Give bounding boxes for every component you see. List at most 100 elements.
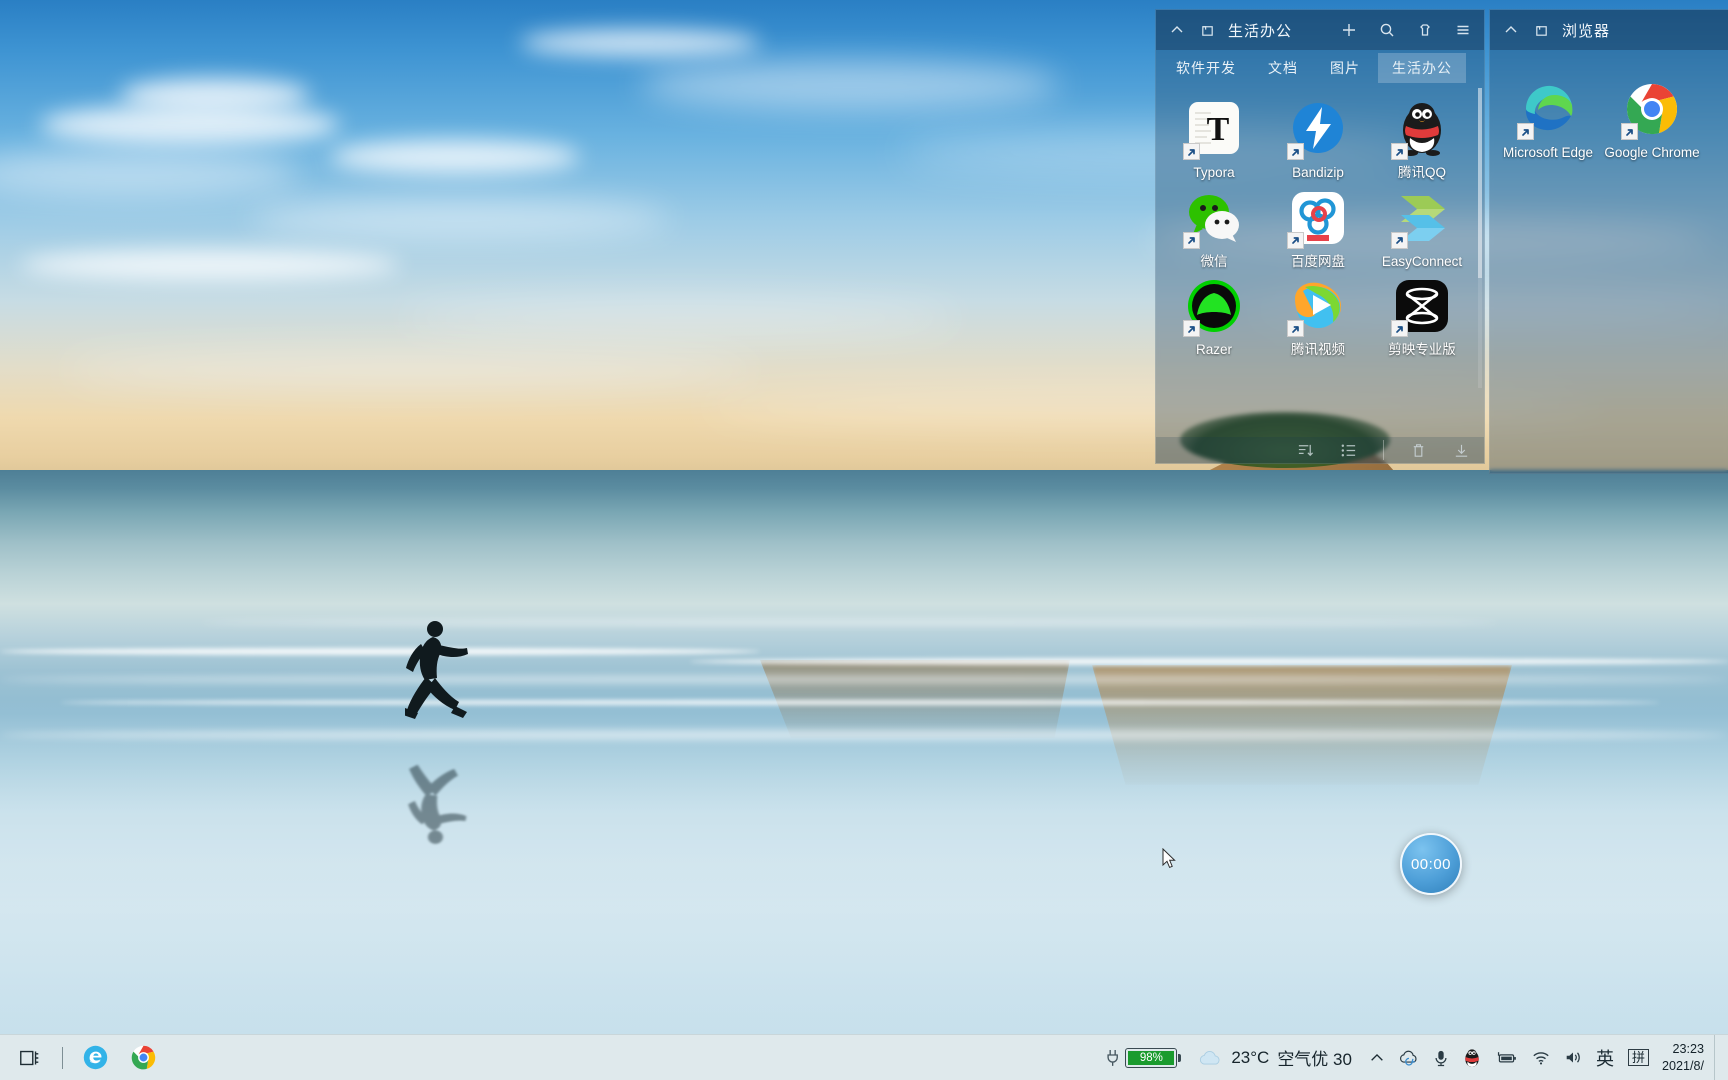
- desktop-fence-life-office[interactable]: 生活办公 软件开发 文档 图片 生活办公 T Typora Bandizip 腾…: [1155, 9, 1485, 464]
- timer-value: 00:00: [1410, 855, 1452, 873]
- show-hidden-icons-chevron[interactable]: [1362, 1036, 1392, 1080]
- desktop-icon-razer[interactable]: Razer: [1162, 269, 1266, 358]
- menu-icon[interactable]: [1454, 21, 1472, 39]
- desktop-icon-label: 联: [1707, 145, 1728, 161]
- clock-time: 23:23: [1672, 1041, 1704, 1056]
- shortcut-overlay-icon: [1621, 123, 1638, 140]
- desktop-icon-easyconnect[interactable]: EasyConnect: [1370, 181, 1474, 270]
- desktop-icon-label: Bandizip: [1292, 165, 1344, 180]
- desktop-icon-label: 腾讯视频: [1291, 342, 1345, 358]
- taskbar-left-group[interactable]: [0, 1036, 165, 1080]
- chrome-taskbar-icon[interactable]: [121, 1036, 165, 1080]
- desktop-icon-label: 剪映专业版: [1388, 342, 1456, 358]
- shortcut-overlay-icon: [1183, 320, 1200, 338]
- cloud-shape: [520, 30, 760, 56]
- pin-icon[interactable]: [1532, 21, 1550, 39]
- taskbar-clock[interactable]: 23:23 2021/8/: [1656, 1041, 1714, 1075]
- pin-icon[interactable]: [1198, 21, 1216, 39]
- ime-pinyin-label: 拼: [1627, 1049, 1649, 1066]
- runner-reflection: [408, 764, 467, 844]
- surf-line: [60, 700, 1660, 705]
- ime-pinyin-toggle[interactable]: 拼: [1621, 1036, 1656, 1080]
- tab-documents[interactable]: 文档: [1254, 53, 1312, 83]
- volume-icon[interactable]: [1557, 1036, 1589, 1080]
- battery-percent: 98%: [1128, 1050, 1175, 1065]
- panel-header[interactable]: 生活办公: [1156, 10, 1484, 50]
- jianying-capcut-icon: [1391, 277, 1451, 338]
- cloud-icon: [1200, 1050, 1220, 1064]
- panel-scrollbar[interactable]: [1478, 88, 1482, 388]
- desktop-icon-baidu-netdisk[interactable]: 百度网盘: [1266, 181, 1370, 270]
- taskbar-system-tray[interactable]: 98% 23°C 空气优 30 英 拼 23:23 2021/8/: [1106, 1034, 1728, 1080]
- panel-scrollbar-thumb[interactable]: [1478, 88, 1482, 278]
- weather-temperature: 23°C: [1231, 1047, 1270, 1067]
- panel-title: 浏览器: [1562, 22, 1611, 40]
- desktop-icon-google-chrome[interactable]: Google Chrome: [1600, 72, 1704, 161]
- collapse-chevron-icon[interactable]: [1502, 21, 1520, 39]
- edge-taskbar-icon[interactable]: [73, 1036, 117, 1080]
- floating-timer-widget[interactable]: 00:00: [1400, 833, 1462, 895]
- cloud-shape: [640, 60, 1060, 110]
- typora-icon: T: [1183, 100, 1243, 160]
- desktop-icon-jianying[interactable]: 剪映专业版: [1370, 269, 1474, 358]
- desktop-icon-tencent-video[interactable]: 腾讯视频: [1266, 269, 1370, 358]
- panel-icon-grid[interactable]: Microsoft Edge Google Chrome: [1490, 50, 1728, 161]
- desktop-icon-label: 微信: [1200, 253, 1228, 269]
- clock-date: 2021/8/: [1661, 1058, 1704, 1073]
- cloud-shape: [60, 350, 760, 390]
- task-view-icon[interactable]: [8, 1036, 52, 1080]
- list-view-icon[interactable]: [1340, 442, 1357, 459]
- weather-widget[interactable]: 23°C 空气优 30: [1187, 1045, 1362, 1070]
- microphone-icon[interactable]: [1426, 1036, 1456, 1080]
- easyconnect-icon: [1391, 189, 1451, 249]
- razer-icon: [1183, 277, 1243, 338]
- ime-mode-label[interactable]: 英: [1589, 1036, 1621, 1080]
- desktop-icon-label: 腾讯QQ: [1397, 165, 1446, 180]
- desktop-icon-label: Google Chrome: [1604, 145, 1700, 160]
- onedrive-icon[interactable]: [1392, 1036, 1426, 1080]
- desktop-icon-microsoft-edge[interactable]: Microsoft Edge: [1496, 72, 1600, 161]
- cloud-shape: [120, 78, 310, 112]
- edge-icon: [1517, 80, 1577, 140]
- desktop-icon-wechat[interactable]: 微信: [1162, 181, 1266, 270]
- shirt-icon[interactable]: [1416, 21, 1434, 39]
- search-icon[interactable]: [1378, 21, 1396, 39]
- download-icon[interactable]: [1453, 442, 1470, 459]
- add-icon[interactable]: [1340, 21, 1358, 39]
- shortcut-overlay-icon: [1391, 231, 1408, 249]
- desktop-icon-typora[interactable]: T Typora: [1162, 92, 1266, 181]
- surf-line: [690, 658, 1728, 665]
- surf-line: [0, 676, 1728, 683]
- shortcut-overlay-icon: [1391, 143, 1408, 160]
- chrome-icon: [1621, 80, 1681, 140]
- battery-tray-icon[interactable]: [1488, 1036, 1525, 1080]
- desktop-icon-bandizip[interactable]: Bandizip: [1266, 92, 1370, 181]
- shortcut-overlay-icon: [1287, 231, 1304, 249]
- surf-line: [0, 730, 1728, 740]
- panel-icon-grid[interactable]: T Typora Bandizip 腾讯QQ 微信 百度网盘 EasyConne…: [1156, 86, 1484, 358]
- desktop-fence-browsers[interactable]: 浏览器 Microsoft Edge Google Chrome: [1489, 9, 1728, 474]
- tab-life-office[interactable]: 生活办公: [1378, 53, 1466, 83]
- panel-header[interactable]: 浏览器: [1490, 10, 1728, 50]
- tencent-video-icon: [1287, 277, 1347, 338]
- bandizip-icon: [1287, 100, 1347, 160]
- delete-icon[interactable]: [1410, 442, 1427, 459]
- shortcut-overlay-icon: [1517, 123, 1534, 140]
- qq-tray-icon[interactable]: [1456, 1036, 1488, 1080]
- battery-status-widget[interactable]: 98%: [1106, 1047, 1182, 1068]
- surf-line: [0, 648, 760, 655]
- battery-gauge: 98%: [1125, 1047, 1182, 1068]
- tab-pictures[interactable]: 图片: [1316, 53, 1374, 83]
- show-desktop-button[interactable]: [1714, 1034, 1722, 1080]
- desktop-icon-label: Razer: [1195, 342, 1232, 358]
- panel-tab-bar[interactable]: 软件开发 文档 图片 生活办公: [1156, 50, 1484, 86]
- wifi-icon[interactable]: [1525, 1036, 1557, 1080]
- panel-footer-toolbar[interactable]: [1156, 437, 1484, 463]
- wechat-icon: [1183, 189, 1243, 249]
- collapse-chevron-icon[interactable]: [1168, 21, 1186, 39]
- windows-taskbar[interactable]: 98% 23°C 空气优 30 英 拼 23:23 2021/8/: [0, 1034, 1728, 1080]
- desktop-icon-tencent-qq[interactable]: 腾讯QQ: [1370, 92, 1474, 181]
- desktop-icon-partial-offscreen[interactable]: 联: [1704, 72, 1728, 161]
- sort-icon[interactable]: [1297, 442, 1314, 459]
- tab-software-dev[interactable]: 软件开发: [1162, 53, 1250, 83]
